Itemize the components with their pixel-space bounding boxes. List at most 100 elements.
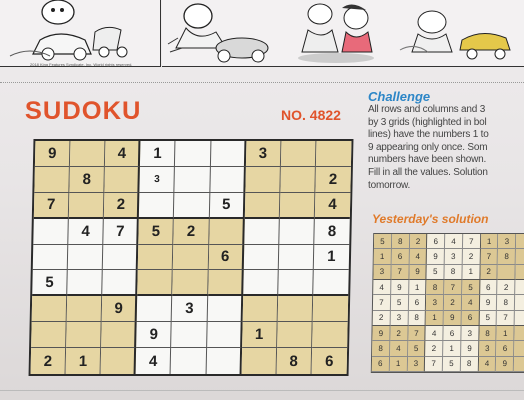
- solution-cell: 1: [408, 279, 427, 296]
- empty-cell[interactable]: [172, 270, 209, 297]
- empty-cell[interactable]: [67, 270, 103, 297]
- empty-cell[interactable]: [32, 244, 69, 271]
- challenge-heading: Challenge: [368, 89, 431, 104]
- given-cell: 4: [68, 218, 105, 245]
- solution-cell: 6: [479, 279, 498, 296]
- solution-cell: 5: [462, 279, 481, 296]
- comic-panel-3-drawing: [298, 3, 374, 63]
- empty-cell[interactable]: [312, 296, 349, 323]
- empty-cell[interactable]: [138, 244, 174, 271]
- solution-cell: 4: [409, 249, 428, 265]
- empty-cell[interactable]: [206, 322, 243, 349]
- solution-cell: 8: [460, 356, 479, 372]
- empty-cell[interactable]: [207, 296, 243, 323]
- empty-cell[interactable]: [280, 166, 316, 193]
- empty-cell[interactable]: [68, 192, 105, 219]
- empty-cell[interactable]: [242, 296, 278, 323]
- bottom-rule: [0, 390, 524, 391]
- empty-cell[interactable]: [209, 166, 246, 193]
- empty-cell[interactable]: [315, 141, 352, 167]
- empty-cell[interactable]: [173, 244, 209, 271]
- empty-cell[interactable]: [100, 348, 137, 374]
- challenge-instructions: All rows and columns and 3 by 3 grids (h…: [368, 104, 524, 192]
- empty-cell[interactable]: [174, 192, 210, 219]
- puzzle-title: SUDOKU: [24, 97, 142, 125]
- instruction-line: 9 appearing only once. Som: [368, 141, 488, 153]
- empty-cell[interactable]: [170, 348, 207, 374]
- empty-cell[interactable]: [241, 348, 277, 374]
- empty-cell[interactable]: [244, 192, 281, 219]
- yesterday-solution-grid: 5826471316493278379581249187562756324982…: [370, 233, 524, 373]
- solution-cell: 5: [390, 295, 409, 311]
- solution-cell: 9: [460, 341, 479, 357]
- solution-cell: [514, 341, 524, 357]
- given-cell: 6: [311, 348, 348, 374]
- given-cell: 8: [276, 348, 312, 374]
- empty-cell[interactable]: [174, 166, 211, 193]
- empty-cell[interactable]: [101, 322, 137, 349]
- empty-cell[interactable]: [243, 244, 280, 271]
- puzzle-number: NO. 4822: [281, 107, 341, 123]
- empty-cell[interactable]: [137, 270, 174, 297]
- given-cell: 5: [32, 270, 68, 297]
- empty-cell[interactable]: [313, 270, 349, 297]
- solution-cell: 5: [442, 356, 461, 372]
- solution-cell: 7: [497, 310, 516, 326]
- solution-cell: 1: [373, 249, 392, 265]
- solution-cell: 3: [373, 264, 392, 280]
- empty-cell[interactable]: [243, 218, 280, 245]
- given-cell: 3: [139, 166, 176, 193]
- empty-cell[interactable]: [102, 244, 139, 271]
- empty-cell[interactable]: [67, 244, 104, 271]
- empty-cell[interactable]: [242, 270, 279, 297]
- empty-cell[interactable]: [280, 141, 317, 167]
- empty-cell[interactable]: [102, 270, 139, 297]
- empty-cell[interactable]: [139, 192, 175, 219]
- empty-cell[interactable]: [34, 166, 71, 193]
- solution-cell: 5: [407, 341, 426, 357]
- empty-cell[interactable]: [276, 322, 313, 349]
- empty-cell[interactable]: [206, 348, 242, 374]
- sudoku-grid[interactable]: 9413832725447528615939121486: [28, 139, 354, 376]
- empty-cell[interactable]: [279, 218, 315, 245]
- empty-cell[interactable]: [66, 296, 103, 323]
- comic-panel-3: [280, 0, 393, 67]
- solution-cell: 5: [373, 234, 392, 250]
- solution-cell: 3: [498, 234, 517, 250]
- empty-cell[interactable]: [279, 192, 316, 219]
- comic-panel-4-drawing: [399, 10, 511, 60]
- solution-cell: 4: [461, 295, 480, 311]
- solution-cell: 8: [444, 264, 463, 280]
- empty-cell[interactable]: [277, 296, 314, 323]
- given-cell: 5: [209, 192, 246, 219]
- section-divider: [0, 82, 524, 83]
- solution-cell: 9: [426, 249, 446, 265]
- solution-cell: 8: [498, 249, 517, 265]
- given-cell: 4: [314, 192, 351, 219]
- empty-cell[interactable]: [245, 166, 281, 193]
- empty-cell[interactable]: [33, 218, 69, 245]
- empty-cell[interactable]: [175, 141, 211, 167]
- empty-cell[interactable]: [66, 322, 102, 349]
- empty-cell[interactable]: [278, 244, 315, 271]
- solution-cell: 3: [426, 295, 445, 311]
- empty-cell[interactable]: [31, 322, 67, 349]
- empty-cell[interactable]: [311, 322, 348, 349]
- solution-cell: 3: [461, 325, 480, 342]
- empty-cell[interactable]: [104, 166, 141, 193]
- empty-cell[interactable]: [171, 322, 208, 349]
- empty-cell[interactable]: [277, 270, 314, 297]
- solution-cell: 7: [444, 279, 463, 296]
- empty-cell[interactable]: [136, 296, 173, 323]
- comic-panel-4: [392, 0, 524, 67]
- solution-cell: 6: [496, 341, 515, 357]
- empty-cell[interactable]: [31, 296, 68, 323]
- solution-cell: 2: [372, 310, 391, 326]
- empty-cell[interactable]: [207, 270, 244, 297]
- empty-cell[interactable]: [208, 218, 245, 245]
- empty-cell[interactable]: [70, 141, 106, 167]
- solution-cell: 4: [373, 279, 392, 296]
- comic-panel-1-drawing: [9, 0, 128, 61]
- empty-cell[interactable]: [210, 141, 247, 167]
- solution-cell: 9: [479, 295, 498, 311]
